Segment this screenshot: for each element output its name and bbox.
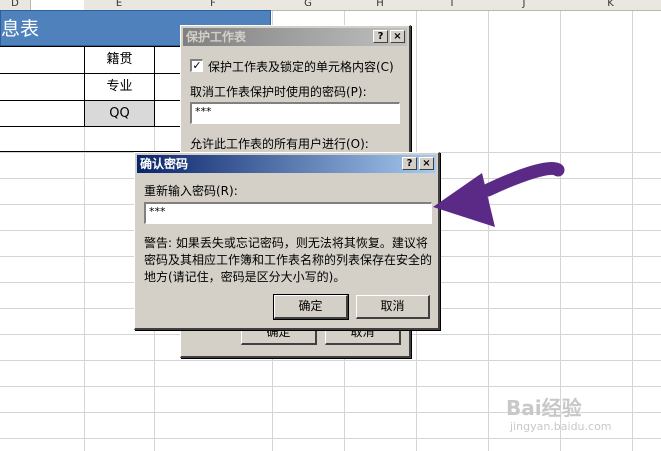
arrow-shaft [481,161,565,197]
baidu-watermark-logo: Bai经验 [506,396,582,420]
pointer-arrow [433,161,565,227]
baidu-watermark-url: jingyan.baidu.com [510,420,612,433]
arrow-head [433,173,495,227]
